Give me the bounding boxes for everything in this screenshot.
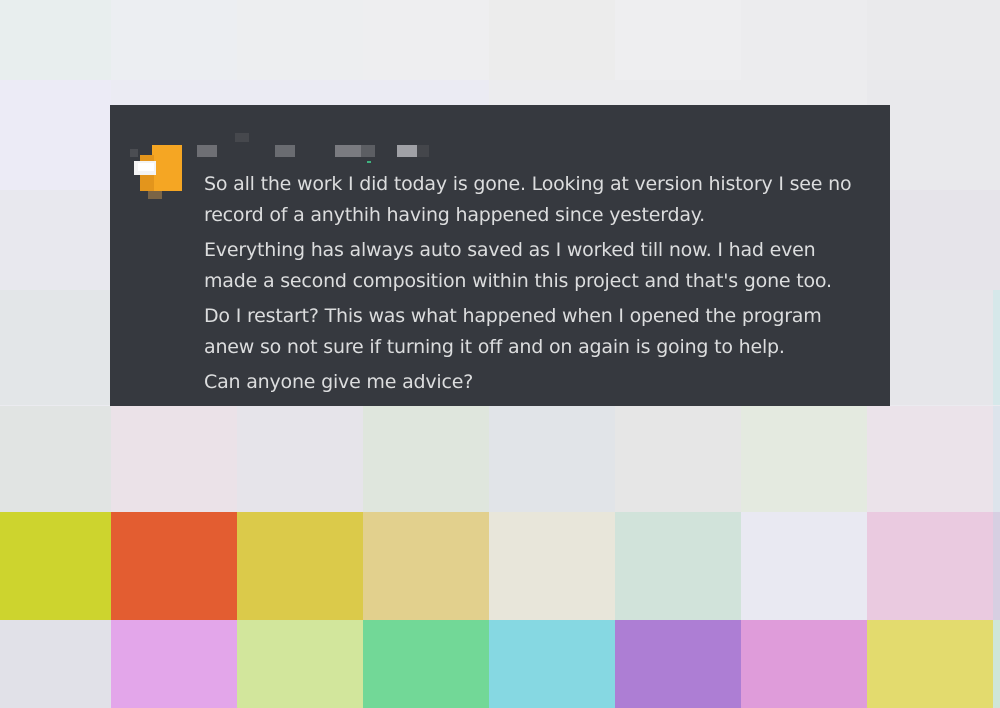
message-paragraph-1: So all the work I did today is gone. Loo…: [204, 173, 852, 226]
message-content: So all the work I did today is gone. Loo…: [204, 169, 874, 402]
avatar-icon[interactable]: [126, 139, 182, 203]
author-name-redacted[interactable]: [195, 131, 455, 163]
message-paragraph-4: Can anyone give me advice?: [204, 371, 474, 393]
chat-message: So all the work I did today is gone. Loo…: [110, 105, 890, 406]
message-paragraph-2: Everything has always auto saved as I wo…: [204, 239, 832, 292]
message-paragraph-3: Do I restart? This was what happened whe…: [204, 305, 822, 358]
